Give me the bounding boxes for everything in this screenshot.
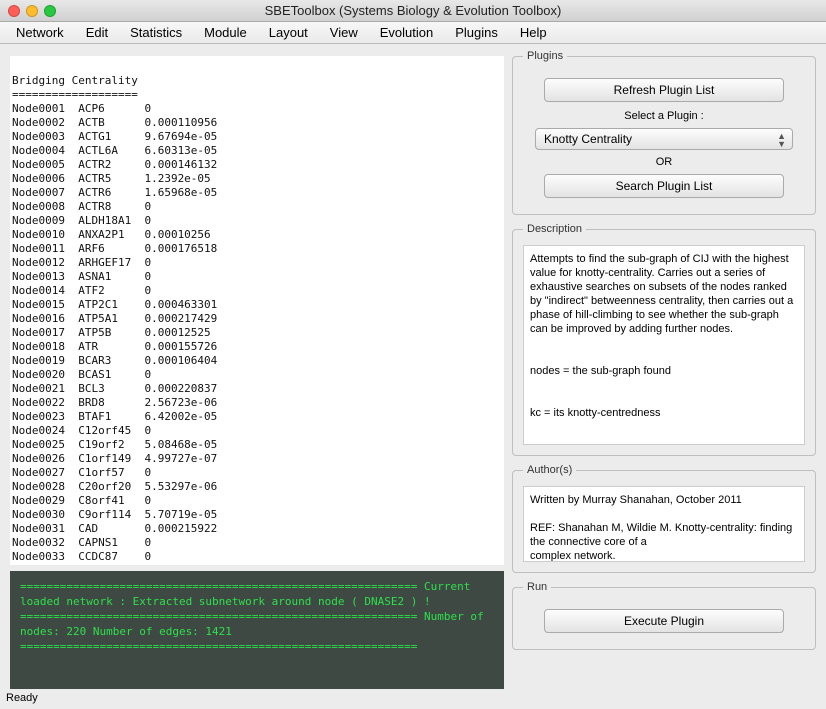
window-controls [8, 5, 56, 17]
menu-help[interactable]: Help [510, 23, 557, 42]
results-text[interactable]: Bridging Centrality =================== … [10, 56, 504, 565]
search-plugin-button[interactable]: Search Plugin List [544, 174, 784, 198]
close-icon[interactable] [8, 5, 20, 17]
menu-evolution[interactable]: Evolution [370, 23, 443, 42]
plugin-select[interactable]: Knotty Centrality ▲▼ [535, 128, 793, 150]
description-p2: nodes = the sub-graph found [530, 364, 798, 378]
zoom-icon[interactable] [44, 5, 56, 17]
description-text[interactable]: Attempts to find the sub-graph of CIJ wi… [523, 245, 805, 445]
menubar: Network Edit Statistics Module Layout Vi… [0, 22, 826, 44]
author-legend: Author(s) [523, 464, 576, 476]
menu-edit[interactable]: Edit [76, 23, 118, 42]
plugins-legend: Plugins [523, 50, 567, 62]
description-p3: kc = its knotty-centredness [530, 406, 798, 420]
run-legend: Run [523, 581, 551, 593]
status-bar: Ready [0, 691, 826, 709]
menu-layout[interactable]: Layout [259, 23, 318, 42]
menu-module[interactable]: Module [194, 23, 257, 42]
author-line3: complex network. [530, 549, 798, 562]
window-title: SBEToolbox (Systems Biology & Evolution … [0, 3, 826, 18]
plugin-select-value: Knotty Centrality [544, 132, 632, 146]
author-line2: REF: Shanahan M, Wildie M. Knotty-centra… [530, 521, 798, 549]
titlebar: SBEToolbox (Systems Biology & Evolution … [0, 0, 826, 22]
console-output[interactable]: ========================================… [10, 571, 504, 689]
menu-network[interactable]: Network [6, 23, 74, 42]
menu-view[interactable]: View [320, 23, 368, 42]
author-line1: Written by Murray Shanahan, October 2011 [530, 493, 798, 507]
content-area: Bridging Centrality =================== … [0, 44, 826, 691]
description-group: Description Attempts to find the sub-gra… [512, 223, 816, 456]
refresh-plugin-button[interactable]: Refresh Plugin List [544, 78, 784, 102]
chevron-updown-icon: ▲▼ [777, 132, 786, 148]
or-label: OR [523, 156, 805, 168]
plugins-group: Plugins Refresh Plugin List Select a Plu… [512, 50, 816, 215]
right-pane: Plugins Refresh Plugin List Select a Plu… [508, 44, 826, 691]
description-legend: Description [523, 223, 586, 235]
description-p1: Attempts to find the sub-graph of CIJ wi… [530, 252, 798, 336]
menu-plugins[interactable]: Plugins [445, 23, 508, 42]
menu-statistics[interactable]: Statistics [120, 23, 192, 42]
minimize-icon[interactable] [26, 5, 38, 17]
author-group: Author(s) Written by Murray Shanahan, Oc… [512, 464, 816, 573]
execute-plugin-button[interactable]: Execute Plugin [544, 609, 784, 633]
left-pane: Bridging Centrality =================== … [0, 44, 508, 691]
select-plugin-label: Select a Plugin : [523, 110, 805, 122]
author-text[interactable]: Written by Murray Shanahan, October 2011… [523, 486, 805, 562]
run-group: Run Execute Plugin [512, 581, 816, 650]
